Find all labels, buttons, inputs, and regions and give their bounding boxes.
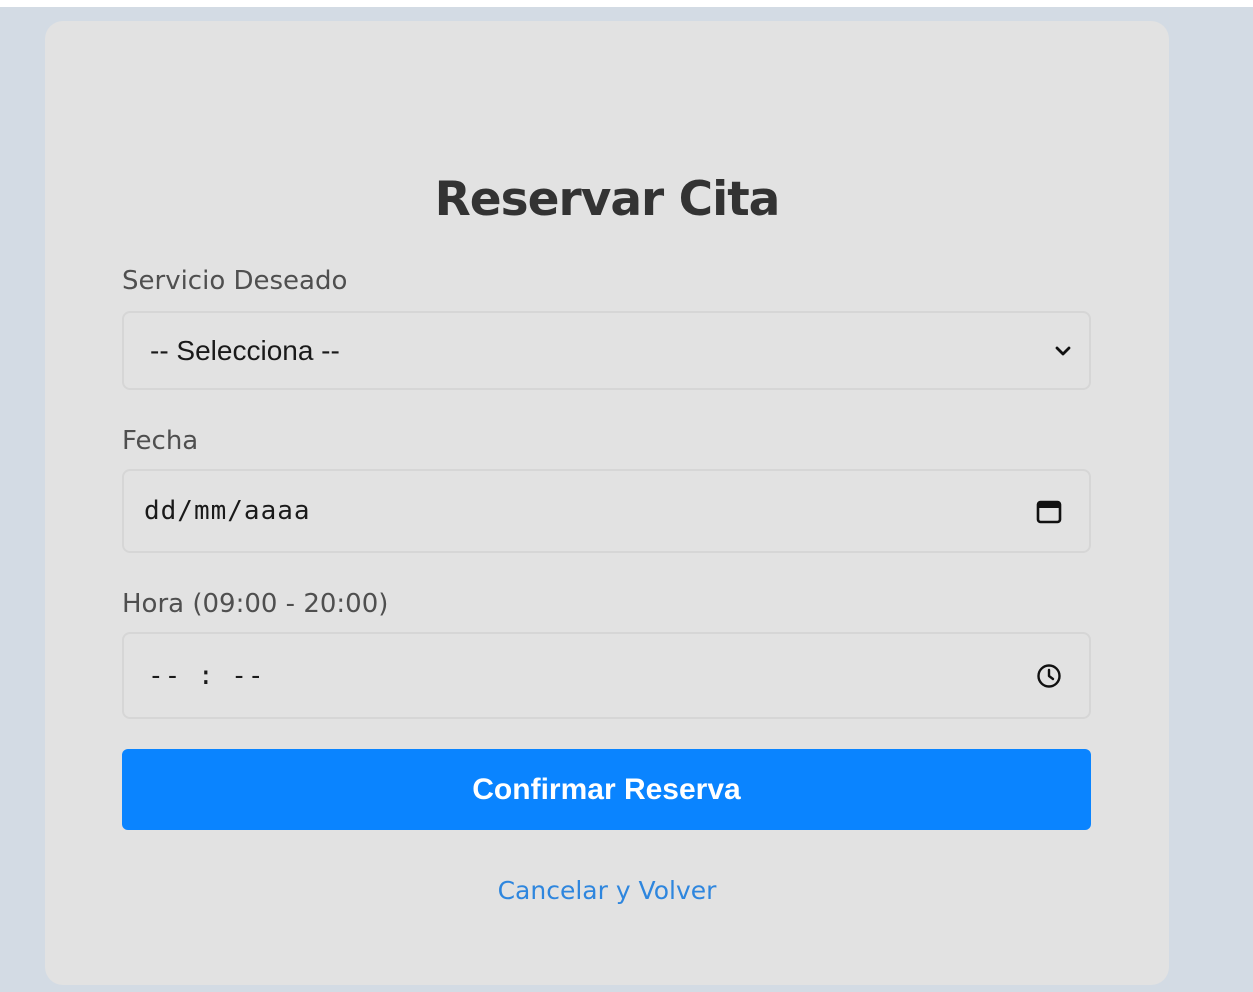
date-input[interactable]: dd/mm/aaaa xyxy=(122,469,1091,553)
time-input-placeholder: -- : -- xyxy=(148,660,265,691)
service-label: Servicio Deseado xyxy=(122,266,348,296)
chevron-down-icon xyxy=(1049,337,1077,365)
clock-icon[interactable] xyxy=(1035,662,1063,690)
booking-card: Reservar Cita Servicio Deseado -- Selecc… xyxy=(45,21,1169,985)
cancel-and-return-link[interactable]: Cancelar y Volver xyxy=(45,874,1169,908)
time-label: Hora (09:00 - 20:00) xyxy=(122,589,389,619)
service-select-value: -- Selecciona -- xyxy=(150,334,340,366)
calendar-icon[interactable] xyxy=(1035,497,1063,525)
date-input-placeholder: dd/mm/aaaa xyxy=(144,496,311,526)
date-label: Fecha xyxy=(122,426,199,456)
time-input[interactable]: -- : -- xyxy=(122,632,1091,719)
page-title: Reservar Cita xyxy=(434,172,781,227)
page-top-strip xyxy=(0,0,1253,7)
service-select[interactable]: -- Selecciona -- xyxy=(122,311,1091,390)
confirm-reservation-button[interactable]: Confirmar Reserva xyxy=(122,749,1091,830)
